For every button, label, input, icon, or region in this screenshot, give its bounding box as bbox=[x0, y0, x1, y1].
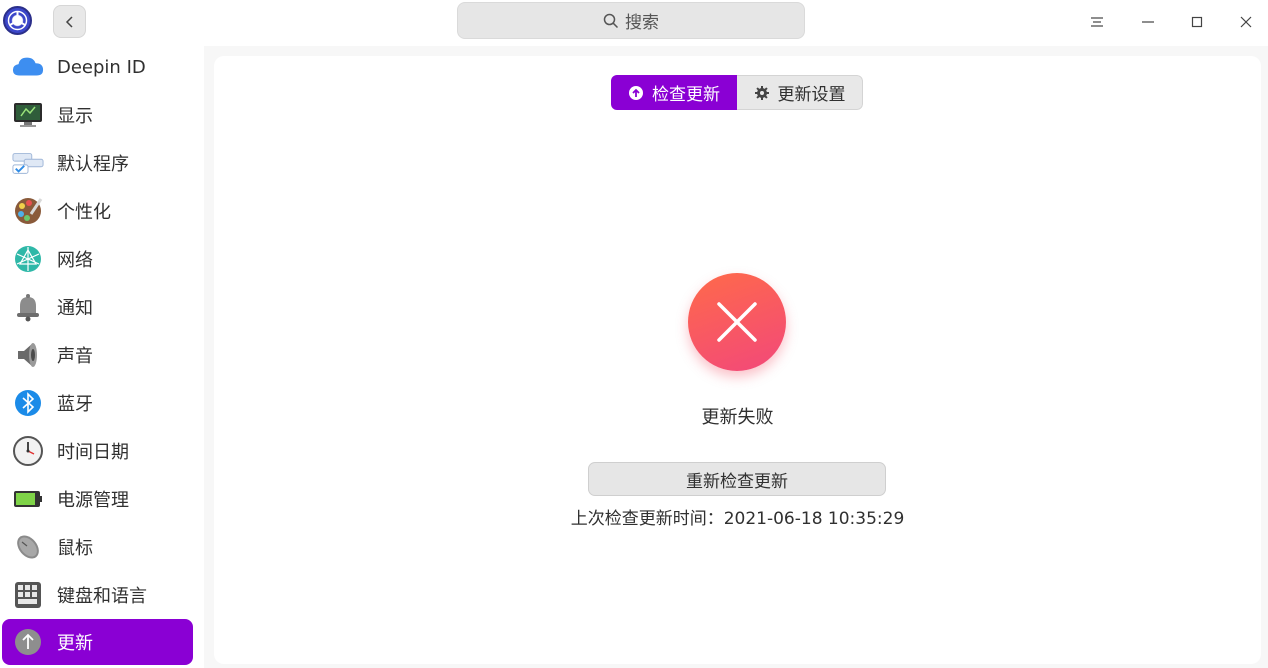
search-icon bbox=[603, 13, 619, 28]
network-icon bbox=[12, 243, 44, 275]
mouse-icon bbox=[12, 531, 44, 563]
title-bar: 搜索 bbox=[0, 0, 1268, 46]
update-status-text: 更新失败 bbox=[701, 407, 774, 428]
update-panel: 检查更新 更新设置 更新失败 重新检查更新 上次检查更新时间：2021-06-1 bbox=[214, 56, 1261, 664]
sidebar-item-default-apps[interactable]: 默认程序 bbox=[2, 140, 193, 186]
sidebar-item-mouse[interactable]: 鼠标 bbox=[2, 524, 193, 570]
close-icon bbox=[1240, 16, 1252, 28]
arrow-up-circle-icon bbox=[629, 85, 643, 100]
last-check-time: 上次检查更新时间：2021-06-18 10:35:29 bbox=[570, 509, 905, 529]
sidebar-item-personalization[interactable]: 个性化 bbox=[2, 188, 193, 234]
chevron-left-icon bbox=[65, 15, 73, 28]
clock-icon bbox=[12, 435, 44, 467]
search-placeholder: 搜索 bbox=[625, 13, 659, 33]
sidebar-item-bluetooth[interactable]: 蓝牙 bbox=[2, 380, 193, 426]
sidebar: Deepin ID 显示 默认程序 个性化 网络 通知 声音 蓝牙 时间日期 电… bbox=[0, 46, 204, 668]
maximize-button[interactable] bbox=[1182, 8, 1212, 36]
sidebar-item-label: 电源管理 bbox=[57, 490, 129, 511]
keyboard-icon bbox=[12, 579, 44, 611]
sidebar-item-label: 蓝牙 bbox=[57, 394, 93, 415]
update-failed-icon bbox=[688, 273, 786, 371]
sidebar-item-label: 声音 bbox=[57, 346, 93, 367]
sidebar-item-sound[interactable]: 声音 bbox=[2, 332, 193, 378]
tab-update-settings[interactable]: 更新设置 bbox=[737, 75, 863, 110]
sidebar-item-display[interactable]: 显示 bbox=[2, 92, 193, 138]
close-button[interactable] bbox=[1231, 8, 1261, 36]
sidebar-item-label: 个性化 bbox=[57, 202, 111, 223]
back-button[interactable] bbox=[53, 5, 86, 38]
sidebar-item-label: 网络 bbox=[57, 250, 93, 271]
sidebar-item-update[interactable]: 更新 bbox=[2, 619, 193, 665]
sidebar-item-label: 鼠标 bbox=[57, 538, 93, 559]
sidebar-item-label: 显示 bbox=[57, 106, 93, 127]
search-input[interactable]: 搜索 bbox=[457, 2, 805, 39]
battery-icon bbox=[12, 483, 44, 515]
close-icon bbox=[717, 302, 757, 342]
deepin-control-center-logo-icon bbox=[3, 6, 32, 35]
update-tabs: 检查更新 更新设置 bbox=[611, 75, 863, 110]
gear-icon bbox=[754, 85, 769, 100]
menu-button[interactable] bbox=[1082, 8, 1112, 36]
sidebar-item-keyboard[interactable]: 键盘和语言 bbox=[2, 572, 193, 618]
sidebar-item-label: Deepin ID bbox=[57, 56, 146, 78]
sidebar-item-label: 更新 bbox=[57, 633, 93, 654]
menu-icon bbox=[1091, 17, 1103, 27]
sidebar-item-label: 键盘和语言 bbox=[57, 586, 147, 607]
cloud-icon bbox=[12, 51, 44, 83]
speaker-icon bbox=[12, 339, 44, 371]
default-apps-icon bbox=[12, 147, 44, 179]
sidebar-item-power[interactable]: 电源管理 bbox=[2, 476, 193, 522]
sidebar-item-network[interactable]: 网络 bbox=[2, 236, 193, 282]
minimize-icon bbox=[1142, 21, 1154, 23]
tab-label: 更新设置 bbox=[777, 85, 846, 105]
tab-label: 检查更新 bbox=[652, 85, 720, 105]
sidebar-item-label: 通知 bbox=[57, 298, 93, 319]
update-icon bbox=[12, 626, 44, 658]
maximize-icon bbox=[1191, 16, 1203, 28]
sidebar-item-label: 默认程序 bbox=[57, 154, 129, 175]
recheck-update-button[interactable]: 重新检查更新 bbox=[588, 462, 886, 496]
monitor-icon bbox=[12, 99, 44, 131]
palette-icon bbox=[12, 195, 44, 227]
sidebar-item-notification[interactable]: 通知 bbox=[2, 284, 193, 330]
sidebar-item-deepin-id[interactable]: Deepin ID bbox=[2, 44, 193, 90]
sidebar-item-datetime[interactable]: 时间日期 bbox=[2, 428, 193, 474]
bell-icon bbox=[12, 291, 44, 323]
tab-check-update[interactable]: 检查更新 bbox=[611, 75, 737, 110]
sidebar-item-label: 时间日期 bbox=[57, 442, 129, 463]
minimize-button[interactable] bbox=[1133, 8, 1163, 36]
bluetooth-icon bbox=[12, 387, 44, 419]
